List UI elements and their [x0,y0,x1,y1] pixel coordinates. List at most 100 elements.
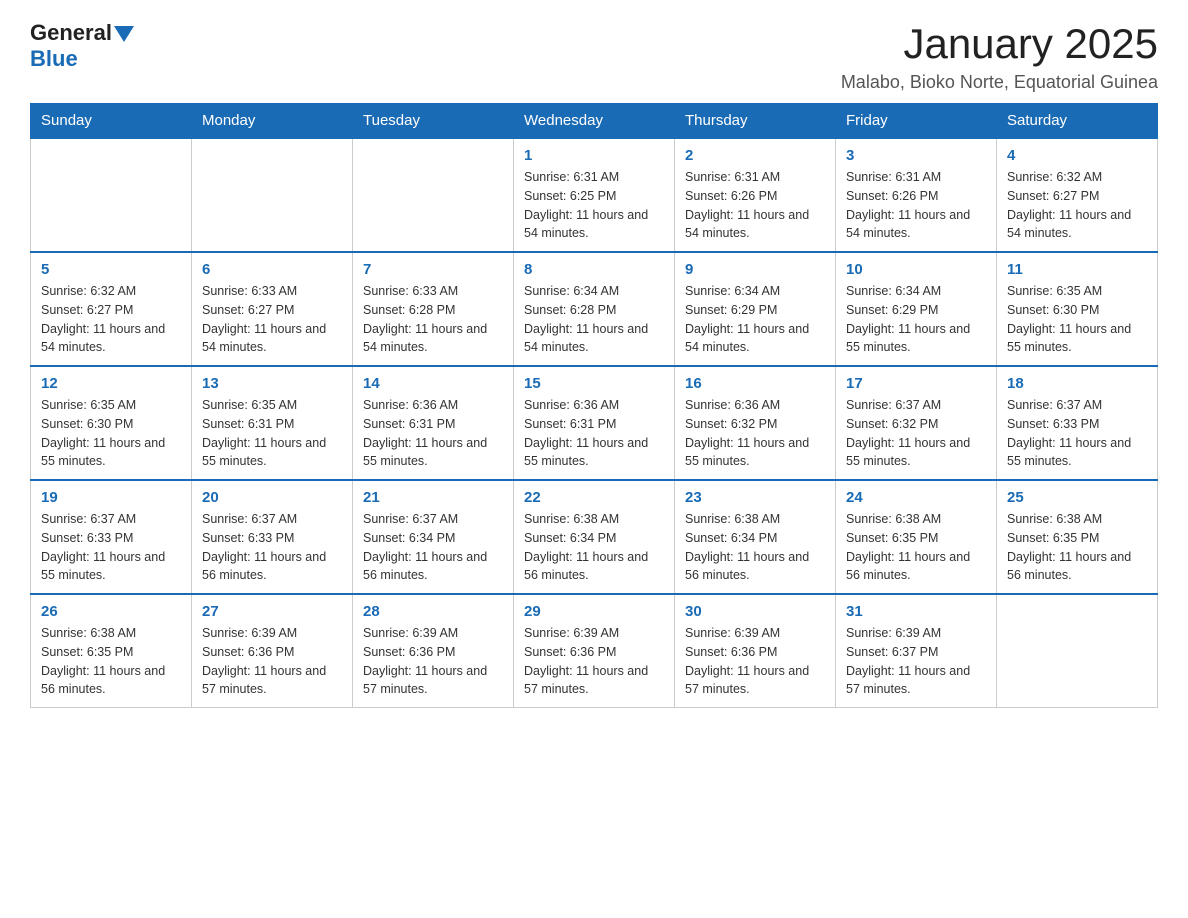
day-number: 18 [1007,375,1147,392]
week-row-2: 5 Sunrise: 6:32 AMSunset: 6:27 PMDaylight… [31,252,1158,366]
day-info: Sunrise: 6:38 AMSunset: 6:35 PMDaylight:… [41,624,181,699]
logo: General Blue [30,20,134,72]
day-info: Sunrise: 6:38 AMSunset: 6:35 PMDaylight:… [846,510,986,585]
day-number: 25 [1007,489,1147,506]
day-info: Sunrise: 6:39 AMSunset: 6:36 PMDaylight:… [524,624,664,699]
logo-blue: Blue [30,46,78,72]
calendar-header-row: SundayMondayTuesdayWednesdayThursdayFrid… [31,104,1158,139]
calendar-cell: 17Sunrise: 6:37 AMSunset: 6:32 PMDayligh… [836,366,997,480]
day-info: Sunrise: 6:39 AMSunset: 6:36 PMDaylight:… [202,624,342,699]
calendar-cell: 5 Sunrise: 6:32 AMSunset: 6:27 PMDaylight… [31,252,192,366]
calendar-cell: 12 Sunrise: 6:35 AMSunset: 6:30 PMDayligh… [31,366,192,480]
calendar-cell: 11Sunrise: 6:35 AMSunset: 6:30 PMDayligh… [997,252,1158,366]
day-number: 5 [41,261,181,278]
day-info: Sunrise: 6:37 AMSunset: 6:34 PMDaylight:… [363,510,503,585]
day-info: Sunrise: 6:33 AMSunset: 6:27 PMDaylight:… [202,282,342,357]
calendar-cell: 28 Sunrise: 6:39 AMSunset: 6:36 PMDayligh… [353,594,514,708]
day-number: 20 [202,489,342,506]
day-info: Sunrise: 6:32 AMSunset: 6:27 PMDaylight:… [41,282,181,357]
calendar-cell: 9Sunrise: 6:34 AMSunset: 6:29 PMDaylight… [675,252,836,366]
day-info: Sunrise: 6:37 AMSunset: 6:33 PMDaylight:… [41,510,181,585]
column-header-monday: Monday [192,104,353,139]
calendar-cell: 10Sunrise: 6:34 AMSunset: 6:29 PMDayligh… [836,252,997,366]
day-info: Sunrise: 6:35 AMSunset: 6:30 PMDaylight:… [1007,282,1147,357]
column-header-friday: Friday [836,104,997,139]
calendar-cell: 31Sunrise: 6:39 AMSunset: 6:37 PMDayligh… [836,594,997,708]
day-number: 8 [524,261,664,278]
calendar-cell: 20 Sunrise: 6:37 AMSunset: 6:33 PMDayligh… [192,480,353,594]
day-number: 2 [685,147,825,164]
week-row-1: 1 Sunrise: 6:31 AMSunset: 6:25 PMDaylight… [31,138,1158,252]
day-number: 19 [41,489,181,506]
calendar-cell: 25Sunrise: 6:38 AMSunset: 6:35 PMDayligh… [997,480,1158,594]
day-info: Sunrise: 6:31 AMSunset: 6:26 PMDaylight:… [685,168,825,243]
day-info: Sunrise: 6:36 AMSunset: 6:31 PMDaylight:… [363,396,503,471]
location-subtitle: Malabo, Bioko Norte, Equatorial Guinea [841,72,1158,93]
day-info: Sunrise: 6:36 AMSunset: 6:32 PMDaylight:… [685,396,825,471]
day-number: 24 [846,489,986,506]
day-number: 14 [363,375,503,392]
calendar-cell: 21 Sunrise: 6:37 AMSunset: 6:34 PMDayligh… [353,480,514,594]
day-number: 4 [1007,147,1147,164]
day-number: 28 [363,603,503,620]
week-row-5: 26 Sunrise: 6:38 AMSunset: 6:35 PMDayligh… [31,594,1158,708]
logo-general: General [30,20,112,46]
calendar-cell [997,594,1158,708]
day-info: Sunrise: 6:39 AMSunset: 6:36 PMDaylight:… [363,624,503,699]
week-row-4: 19 Sunrise: 6:37 AMSunset: 6:33 PMDayligh… [31,480,1158,594]
day-info: Sunrise: 6:31 AMSunset: 6:25 PMDaylight:… [524,168,664,243]
calendar-cell: 27Sunrise: 6:39 AMSunset: 6:36 PMDayligh… [192,594,353,708]
calendar-cell: 18 Sunrise: 6:37 AMSunset: 6:33 PMDayligh… [997,366,1158,480]
day-number: 12 [41,375,181,392]
column-header-sunday: Sunday [31,104,192,139]
logo-triangle-icon [114,26,134,42]
day-info: Sunrise: 6:37 AMSunset: 6:33 PMDaylight:… [202,510,342,585]
calendar-cell: 4 Sunrise: 6:32 AMSunset: 6:27 PMDaylight… [997,138,1158,252]
day-info: Sunrise: 6:32 AMSunset: 6:27 PMDaylight:… [1007,168,1147,243]
calendar-cell: 6 Sunrise: 6:33 AMSunset: 6:27 PMDaylight… [192,252,353,366]
day-number: 3 [846,147,986,164]
day-number: 1 [524,147,664,164]
day-info: Sunrise: 6:31 AMSunset: 6:26 PMDaylight:… [846,168,986,243]
day-number: 26 [41,603,181,620]
day-number: 30 [685,603,825,620]
day-number: 6 [202,261,342,278]
calendar-cell: 22 Sunrise: 6:38 AMSunset: 6:34 PMDayligh… [514,480,675,594]
day-info: Sunrise: 6:35 AMSunset: 6:30 PMDaylight:… [41,396,181,471]
day-number: 29 [524,603,664,620]
title-section: January 2025 Malabo, Bioko Norte, Equato… [841,20,1158,93]
day-number: 10 [846,261,986,278]
day-number: 22 [524,489,664,506]
month-title: January 2025 [841,20,1158,68]
calendar-cell: 30 Sunrise: 6:39 AMSunset: 6:36 PMDayligh… [675,594,836,708]
day-info: Sunrise: 6:34 AMSunset: 6:28 PMDaylight:… [524,282,664,357]
calendar-cell: 8 Sunrise: 6:34 AMSunset: 6:28 PMDaylight… [514,252,675,366]
calendar-cell [192,138,353,252]
day-number: 21 [363,489,503,506]
day-number: 16 [685,375,825,392]
calendar-cell: 15Sunrise: 6:36 AMSunset: 6:31 PMDayligh… [514,366,675,480]
calendar-cell: 7Sunrise: 6:33 AMSunset: 6:28 PMDaylight… [353,252,514,366]
day-number: 23 [685,489,825,506]
day-info: Sunrise: 6:37 AMSunset: 6:33 PMDaylight:… [1007,396,1147,471]
day-info: Sunrise: 6:35 AMSunset: 6:31 PMDaylight:… [202,396,342,471]
calendar-cell: 26 Sunrise: 6:38 AMSunset: 6:35 PMDayligh… [31,594,192,708]
calendar-cell: 1 Sunrise: 6:31 AMSunset: 6:25 PMDaylight… [514,138,675,252]
calendar-cell: 16 Sunrise: 6:36 AMSunset: 6:32 PMDayligh… [675,366,836,480]
page-header: General Blue January 2025 Malabo, Bioko … [30,20,1158,93]
column-header-saturday: Saturday [997,104,1158,139]
calendar-cell [31,138,192,252]
day-number: 7 [363,261,503,278]
calendar-cell: 19 Sunrise: 6:37 AMSunset: 6:33 PMDayligh… [31,480,192,594]
column-header-wednesday: Wednesday [514,104,675,139]
day-info: Sunrise: 6:39 AMSunset: 6:36 PMDaylight:… [685,624,825,699]
calendar-cell: 13Sunrise: 6:35 AMSunset: 6:31 PMDayligh… [192,366,353,480]
day-info: Sunrise: 6:34 AMSunset: 6:29 PMDaylight:… [685,282,825,357]
calendar-table: SundayMondayTuesdayWednesdayThursdayFrid… [30,103,1158,708]
day-number: 17 [846,375,986,392]
column-header-tuesday: Tuesday [353,104,514,139]
day-info: Sunrise: 6:39 AMSunset: 6:37 PMDaylight:… [846,624,986,699]
day-info: Sunrise: 6:38 AMSunset: 6:34 PMDaylight:… [685,510,825,585]
day-info: Sunrise: 6:38 AMSunset: 6:34 PMDaylight:… [524,510,664,585]
day-info: Sunrise: 6:36 AMSunset: 6:31 PMDaylight:… [524,396,664,471]
